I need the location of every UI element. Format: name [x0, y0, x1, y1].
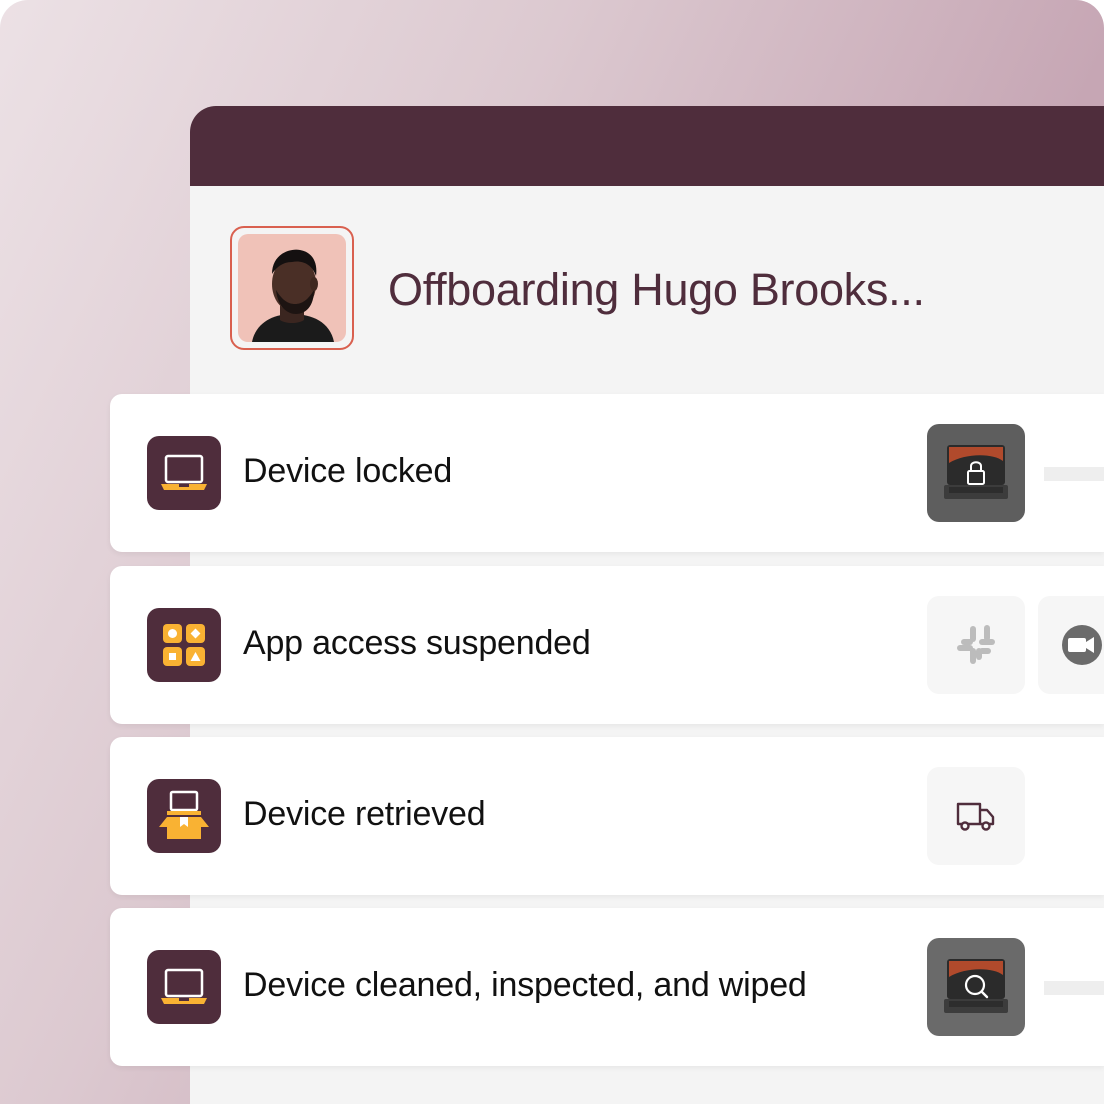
step-label: Device locked — [243, 452, 453, 490]
delivery-truck-icon — [927, 767, 1025, 865]
page-title: Offboarding Hugo Brooks... — [388, 264, 925, 315]
person-photo-icon — [252, 249, 334, 342]
progress-placeholder — [1044, 467, 1104, 481]
laptop-inspect-icon — [927, 938, 1025, 1036]
laptop-lock-icon — [927, 424, 1025, 522]
avatar-frame[interactable] — [230, 226, 354, 350]
step-card-device-cleaned[interactable]: Device cleaned, inspected, and wiped — [110, 908, 1104, 1066]
video-call-icon — [1038, 596, 1104, 694]
progress-placeholder — [1044, 981, 1104, 995]
apps-grid-icon — [147, 608, 221, 682]
step-card-device-retrieved[interactable]: Device retrieved — [110, 737, 1104, 895]
step-card-app-access[interactable]: App access suspended — [110, 566, 1104, 724]
avatar — [238, 234, 346, 342]
step-label: Device retrieved — [243, 795, 486, 833]
step-label: App access suspended — [243, 624, 591, 662]
slack-icon — [927, 596, 1025, 694]
laptop-box-icon — [147, 779, 221, 853]
step-card-device-locked[interactable]: Device locked — [110, 394, 1104, 552]
laptop-icon — [147, 950, 221, 1024]
step-label: Device cleaned, inspected, and wiped — [243, 966, 807, 1004]
panel-header-bar — [190, 106, 1104, 186]
laptop-icon — [147, 436, 221, 510]
